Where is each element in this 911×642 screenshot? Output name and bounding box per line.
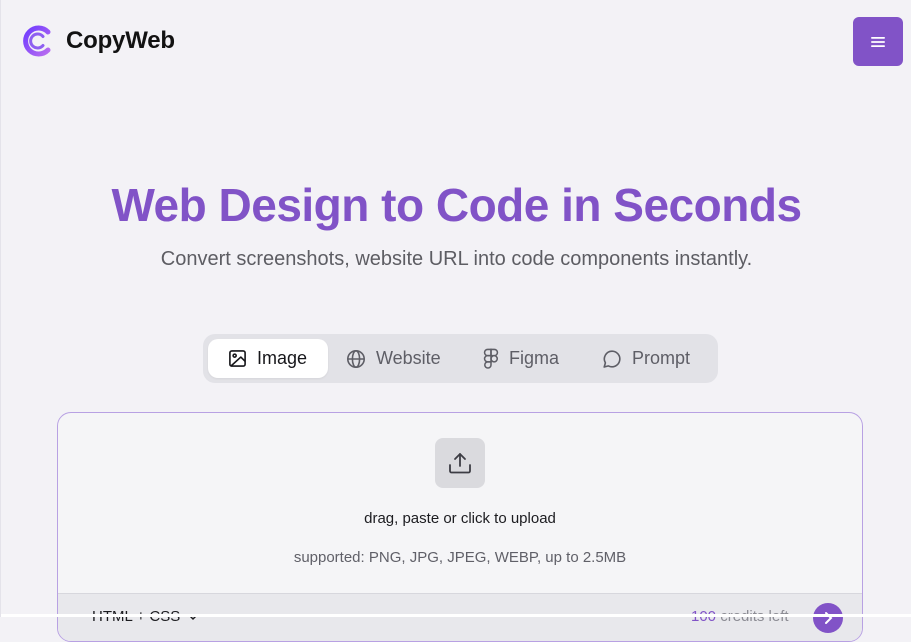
menu-button[interactable]: [853, 17, 903, 66]
copyweb-logo-icon[interactable]: [21, 24, 55, 58]
hero-title: Web Design to Code in Seconds: [111, 179, 802, 231]
tab-image-label: Image: [257, 348, 308, 368]
generate-button[interactable]: [813, 603, 843, 633]
upload-icon: [449, 453, 471, 474]
supported-formats: supported: PNG, JPG, JPEG, WEBP, up to 2…: [293, 549, 627, 566]
tab-website[interactable]: Website: [346, 339, 456, 378]
tab-website-label: Website: [376, 348, 441, 368]
globe-icon: [347, 349, 365, 368]
upload-instruction[interactable]: drag, paste or click to upload: [58, 510, 862, 527]
arrow-right-icon: [825, 612, 833, 624]
tab-prompt-label: Prompt: [632, 348, 691, 368]
hamburger-menu-icon: [871, 36, 885, 47]
upload-dropzone[interactable]: drag, paste or click to upload supported…: [57, 412, 863, 642]
input-mode-tabs: Image Website Figma Prompt: [203, 334, 718, 383]
brand-name[interactable]: CopyWeb: [66, 27, 175, 55]
upload-footer: HTML + CSS 100 credits left: [58, 593, 862, 641]
tab-image[interactable]: Image: [208, 339, 328, 378]
image-icon: [229, 350, 246, 367]
upload-button[interactable]: [435, 438, 485, 488]
hero-subtitle: Convert screenshots, website URL into co…: [160, 248, 753, 270]
tab-figma[interactable]: Figma: [483, 339, 573, 378]
tab-figma-label: Figma: [509, 348, 560, 368]
figma-icon: [483, 348, 499, 369]
header: CopyWeb: [1, 0, 911, 82]
chat-bubble-icon: [603, 349, 621, 368]
tab-prompt[interactable]: Prompt: [602, 339, 702, 378]
